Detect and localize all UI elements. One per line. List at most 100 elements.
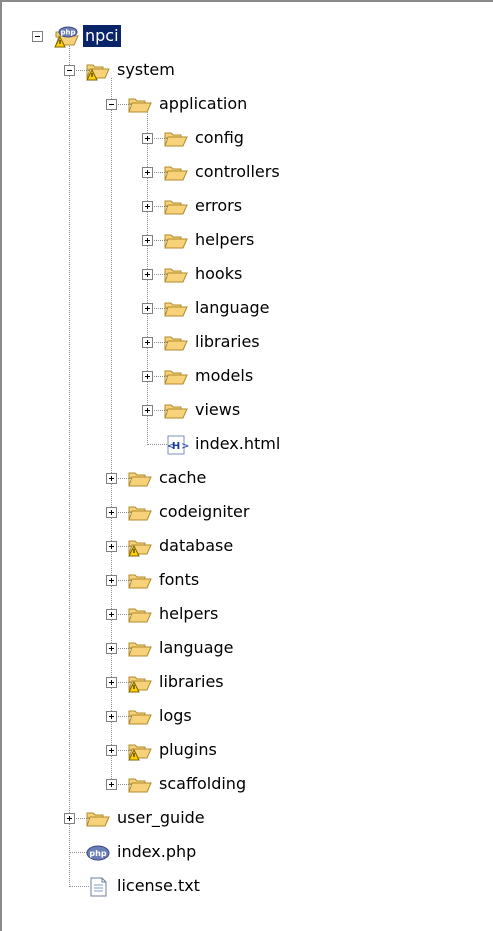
tree-item-label: scaffolding — [159, 774, 247, 793]
tree-item[interactable]: language — [2, 632, 482, 666]
folder-icon — [127, 570, 153, 592]
folder-icon — [127, 638, 153, 660]
tree-item-label: index.php — [117, 842, 197, 861]
tree-item-label: language — [159, 638, 234, 657]
expand-icon[interactable] — [106, 677, 117, 688]
expand-icon[interactable] — [142, 201, 153, 212]
collapse-icon[interactable] — [64, 65, 75, 76]
expand-icon[interactable] — [64, 813, 75, 824]
tree-item-label: libraries — [159, 672, 224, 691]
tree-item[interactable]: views — [2, 394, 482, 428]
tree-item-label: libraries — [195, 332, 260, 351]
tree-item-label: helpers — [195, 230, 255, 249]
tree-item[interactable]: language — [2, 292, 482, 326]
expand-icon[interactable] — [142, 269, 153, 280]
expand-icon[interactable] — [106, 541, 117, 552]
tree-item-label: cache — [159, 468, 207, 487]
tree-item-label: database — [159, 536, 234, 555]
folder-icon — [163, 128, 189, 150]
tree-item-label: models — [195, 366, 254, 385]
tree-item-label: logs — [159, 706, 192, 725]
tree-item[interactable]: system — [2, 54, 482, 88]
folder-icon — [163, 196, 189, 218]
tree-item[interactable]: config — [2, 122, 482, 156]
tree-item[interactable]: application — [2, 88, 482, 122]
expand-icon[interactable] — [106, 507, 117, 518]
tree-item[interactable]: libraries — [2, 666, 482, 700]
folder-icon — [127, 706, 153, 728]
expand-icon[interactable] — [106, 609, 117, 620]
tree-item[interactable]: scaffolding — [2, 768, 482, 802]
folder-icon — [163, 400, 189, 422]
tree-item[interactable]: fonts — [2, 564, 482, 598]
folder-icon — [163, 230, 189, 252]
html-file-icon: H < > — [163, 434, 189, 456]
php-file-icon: php — [85, 842, 111, 864]
folder-icon — [127, 502, 153, 524]
expand-icon[interactable] — [106, 711, 117, 722]
folder-icon — [163, 332, 189, 354]
svg-text:>: > — [181, 441, 189, 452]
expand-icon[interactable] — [106, 473, 117, 484]
tree-item[interactable]: user_guide — [2, 802, 482, 836]
tree-item-label: language — [195, 298, 270, 317]
expand-icon[interactable] — [142, 337, 153, 348]
folder-warning-icon — [85, 60, 111, 82]
folder-warning-icon — [127, 740, 153, 762]
tree-item[interactable]: models — [2, 360, 482, 394]
folder-icon — [163, 264, 189, 286]
tree-item-label: license.txt — [117, 876, 200, 895]
tree-item[interactable]: license.txt — [2, 870, 482, 904]
tree-item[interactable]: helpers — [2, 224, 482, 258]
folder-warning-icon — [127, 672, 153, 694]
collapse-icon[interactable] — [106, 99, 117, 110]
tree-item[interactable]: cache — [2, 462, 482, 496]
svg-text:php: php — [60, 29, 75, 37]
collapse-icon[interactable] — [32, 31, 43, 42]
svg-text:<: < — [167, 441, 175, 452]
expand-icon[interactable] — [142, 235, 153, 246]
tree-item-label: controllers — [195, 162, 280, 181]
expand-icon[interactable] — [142, 405, 153, 416]
folder-icon — [163, 298, 189, 320]
tree-item[interactable]: H < > index.html — [2, 428, 482, 462]
tree-item-label: hooks — [195, 264, 243, 283]
expand-icon[interactable] — [106, 643, 117, 654]
expand-icon[interactable] — [142, 303, 153, 314]
folder-warning-icon — [127, 536, 153, 558]
tree-item[interactable]: php index.php — [2, 836, 482, 870]
folder-icon — [163, 366, 189, 388]
expand-icon[interactable] — [142, 371, 153, 382]
tree-item-label: npci — [83, 25, 121, 47]
folder-icon — [127, 94, 153, 116]
tree-item[interactable]: errors — [2, 190, 482, 224]
tree-item[interactable]: controllers — [2, 156, 482, 190]
expand-icon[interactable] — [106, 745, 117, 756]
tree-item-label: index.html — [195, 434, 281, 453]
tree-item-label: user_guide — [117, 808, 205, 827]
expand-icon[interactable] — [106, 779, 117, 790]
tree-item-label: system — [117, 60, 175, 79]
tree-item-label: application — [159, 94, 248, 113]
folder-icon — [85, 808, 111, 830]
project-explorer-tree: php npci system application config contr… — [0, 0, 493, 931]
text-file-icon — [85, 876, 111, 898]
expand-icon[interactable] — [142, 133, 153, 144]
tree-item[interactable]: helpers — [2, 598, 482, 632]
tree-item[interactable]: logs — [2, 700, 482, 734]
tree-item-label: errors — [195, 196, 243, 215]
tree-item-label: helpers — [159, 604, 219, 623]
tree-item[interactable]: plugins — [2, 734, 482, 768]
folder-icon — [127, 774, 153, 796]
expand-icon[interactable] — [142, 167, 153, 178]
tree-item[interactable]: hooks — [2, 258, 482, 292]
tree-item-label: plugins — [159, 740, 217, 759]
tree-item-label: views — [195, 400, 241, 419]
tree-item[interactable]: php npci — [2, 20, 482, 54]
tree-item[interactable]: database — [2, 530, 482, 564]
tree-item[interactable]: codeigniter — [2, 496, 482, 530]
tree-item[interactable]: libraries — [2, 326, 482, 360]
php-project-warning-icon: php — [53, 26, 79, 48]
expand-icon[interactable] — [106, 575, 117, 586]
tree-item-label: codeigniter — [159, 502, 250, 521]
